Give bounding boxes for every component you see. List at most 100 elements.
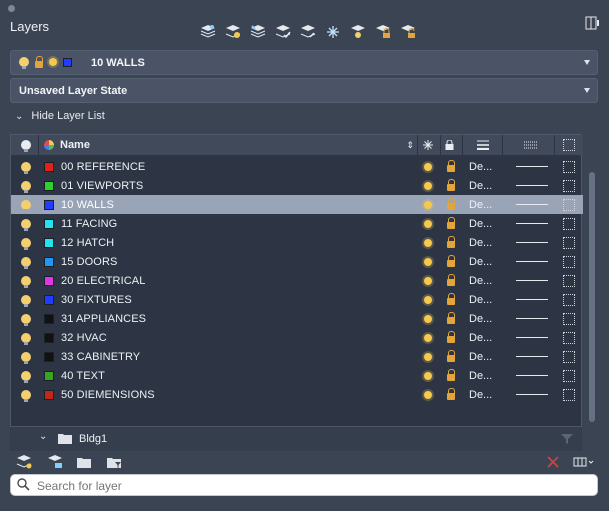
bulb-on-icon[interactable] (21, 214, 31, 233)
transparency-column-header[interactable] (563, 135, 575, 155)
bulb-on-icon[interactable] (21, 233, 31, 252)
bulb-on-icon[interactable] (21, 157, 31, 176)
lock-icon[interactable] (373, 22, 392, 41)
lock-column-header[interactable] (445, 135, 457, 155)
lineweight-line[interactable] (516, 195, 548, 214)
lineweight-line[interactable] (516, 176, 548, 195)
lineweight-line[interactable] (516, 347, 548, 366)
layer-color-swatch[interactable] (44, 347, 54, 366)
transparency-icon[interactable] (563, 328, 575, 347)
transparency-icon[interactable] (563, 366, 575, 385)
transparency-icon[interactable] (563, 195, 575, 214)
lineweight-line[interactable] (516, 290, 548, 309)
lineweight-line[interactable] (516, 252, 548, 271)
linetype-value[interactable]: De... (469, 328, 492, 347)
transparency-icon[interactable] (563, 385, 575, 404)
lineweight-line[interactable] (516, 385, 548, 404)
layer-color-swatch[interactable] (44, 309, 54, 328)
on-column-header[interactable] (21, 135, 31, 155)
layer-color-swatch[interactable] (44, 366, 54, 385)
sun-thaw-icon[interactable] (424, 366, 432, 385)
linetype-value[interactable]: De... (469, 347, 492, 366)
freeze-icon[interactable] (323, 22, 342, 41)
unlock-icon[interactable] (447, 309, 455, 328)
linetype-value[interactable]: De... (469, 290, 492, 309)
sun-thaw-icon[interactable] (424, 233, 432, 252)
lineweight-line[interactable] (516, 271, 548, 290)
name-column-header[interactable]: Name ⇕ (44, 135, 414, 155)
sun-thaw-icon[interactable] (424, 195, 432, 214)
transparency-icon[interactable] (563, 290, 575, 309)
unlock-icon[interactable] (398, 22, 417, 41)
search-input[interactable] (35, 477, 589, 495)
new-filter-icon[interactable] (47, 454, 63, 470)
layer-color-swatch[interactable] (44, 252, 54, 271)
freeze-column-header[interactable] (423, 135, 435, 155)
linetype-value[interactable]: De... (469, 176, 492, 195)
layer-row[interactable]: 40 TEXT De... (11, 366, 583, 385)
linetype-value[interactable]: De... (469, 233, 492, 252)
unlock-icon[interactable] (447, 214, 455, 233)
unlock-icon[interactable] (447, 290, 455, 309)
layer-row[interactable]: 32 HVAC De... (11, 328, 583, 347)
current-layer-dropdown[interactable]: 10 WALLS (10, 50, 598, 75)
new-layer-group-icon[interactable] (16, 454, 32, 470)
lineweight-line[interactable] (516, 328, 548, 347)
transparency-icon[interactable] (563, 309, 575, 328)
bulb-on-icon[interactable] (21, 195, 31, 214)
unlock-icon[interactable] (447, 385, 455, 404)
lineweight-line[interactable] (516, 157, 548, 176)
sun-thaw-icon[interactable] (424, 252, 432, 271)
transparency-icon[interactable] (563, 233, 575, 252)
layer-color-swatch[interactable] (44, 157, 54, 176)
unlock-icon[interactable] (447, 271, 455, 290)
transparency-icon[interactable] (563, 252, 575, 271)
layer-row[interactable]: 33 CABINETRY De... (11, 347, 583, 366)
vertical-scrollbar[interactable] (586, 134, 598, 450)
unlock-icon[interactable] (447, 252, 455, 271)
lineweight-line[interactable] (516, 233, 548, 252)
layer-row[interactable]: 10 WALLS De... (11, 195, 583, 214)
layer-color-swatch[interactable] (44, 176, 54, 195)
columns-icon[interactable] (573, 454, 595, 470)
layer-color-swatch[interactable] (44, 195, 54, 214)
unlock-icon[interactable] (447, 157, 455, 176)
transparency-icon[interactable] (563, 214, 575, 233)
linetype-value[interactable]: De... (469, 385, 492, 404)
transparency-icon[interactable] (563, 157, 575, 176)
linetype-value[interactable]: De... (469, 195, 492, 214)
linetype-value[interactable]: De... (469, 366, 492, 385)
sun-thaw-icon[interactable] (424, 271, 432, 290)
layer-color-swatch[interactable] (44, 233, 54, 252)
bulb-on-icon[interactable] (21, 252, 31, 271)
sun-thaw-icon[interactable] (424, 385, 432, 404)
dock-panel-icon[interactable] (585, 16, 599, 30)
sun-thaw-icon[interactable] (424, 214, 432, 233)
layer-group-row[interactable]: ⌄ Bldg1 (10, 426, 582, 451)
match-layer-icon[interactable] (298, 22, 317, 41)
layer-row[interactable]: 00 REFERENCE De... (11, 157, 583, 176)
window-close-dot[interactable] (8, 5, 15, 12)
hide-layer-list-toggle[interactable]: ⌄ Hide Layer List (15, 110, 105, 122)
unlock-icon[interactable] (447, 176, 455, 195)
transparency-icon[interactable] (563, 271, 575, 290)
layer-color-swatch[interactable] (44, 214, 54, 233)
lineweight-column-header[interactable] (524, 135, 538, 155)
set-current-icon[interactable] (273, 22, 292, 41)
lineweight-line[interactable] (516, 366, 548, 385)
sun-thaw-icon[interactable] (424, 347, 432, 366)
linetype-value[interactable]: De... (469, 214, 492, 233)
layer-row[interactable]: 31 APPLIANCES De... (11, 309, 583, 328)
layer-color-swatch[interactable] (44, 385, 54, 404)
linetype-column-header[interactable] (477, 135, 489, 155)
bulb-on-icon[interactable] (21, 366, 31, 385)
new-layer-vp-frozen-icon[interactable] (223, 22, 242, 41)
layer-color-swatch[interactable] (44, 328, 54, 347)
transparency-icon[interactable] (563, 347, 575, 366)
layer-row[interactable]: 50 DIEMENSIONS De... (11, 385, 583, 404)
unlock-icon[interactable] (447, 195, 455, 214)
linetype-value[interactable]: De... (469, 271, 492, 290)
folder-icon[interactable] (76, 454, 92, 470)
linetype-value[interactable]: De... (469, 157, 492, 176)
filter-icon[interactable] (561, 434, 573, 444)
